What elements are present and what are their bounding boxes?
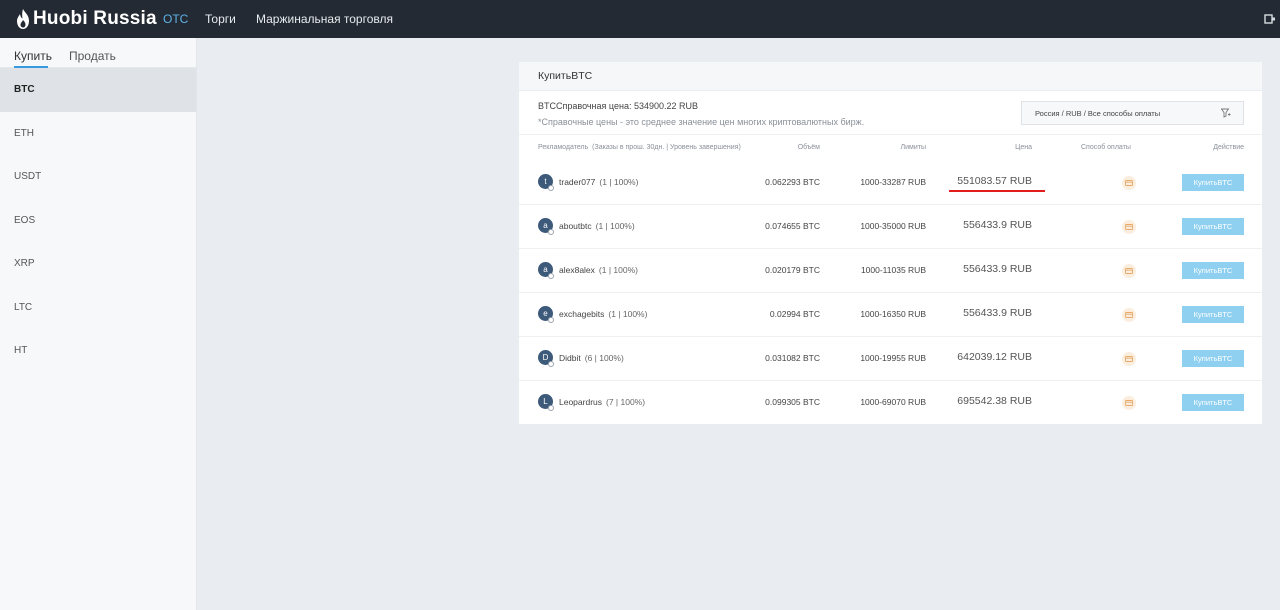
advertiser-stats: (1 | 100%): [598, 265, 638, 275]
offer-price: 695542.38 RUB: [957, 395, 1032, 407]
coin-list: BTC ETH USDT EOS XRP LTC HT: [0, 68, 196, 373]
advertiser-stats: (1 | 100%): [599, 177, 639, 187]
table-row: a aboutbtc (1 | 100%) 0.074655 BTC 1000-3…: [519, 205, 1262, 249]
advertiser-name[interactable]: aboutbtc (1 | 100%): [559, 221, 635, 231]
table-row: D Didbit (6 | 100%) 0.031082 BTC 1000-199…: [519, 337, 1262, 381]
table-row: t trader077 (1 | 100%) 0.062293 BTC 1000-…: [519, 161, 1262, 205]
offer-volume: 0.062293 BTC: [765, 177, 820, 187]
top-nav-bar: Huobi Russia OTC Торги Маржинальная торг…: [0, 0, 1280, 38]
col-price: Цена: [1015, 144, 1032, 151]
nav-trading[interactable]: Торги: [205, 12, 236, 26]
offer-volume: 0.031082 BTC: [765, 353, 820, 363]
sidebar-item-eos[interactable]: EOS: [0, 199, 196, 243]
reference-price-block: BTCСправочная цена: 534900.22 RUB *Справ…: [519, 91, 1262, 135]
bank-card-icon: [1122, 396, 1136, 410]
sidebar-item-xrp[interactable]: XRP: [0, 242, 196, 286]
col-advertiser: Рекламодатель (Заказы в прош. 30дн. | Ур…: [538, 144, 741, 151]
advertiser-name[interactable]: trader077 (1 | 100%): [559, 177, 638, 187]
table-header: Рекламодатель (Заказы в прош. 30дн. | Ур…: [519, 135, 1262, 161]
offer-limits: 1000-16350 RUB: [860, 309, 926, 319]
offer-volume: 0.02994 BTC: [769, 309, 820, 319]
col-limits: Лимиты: [900, 144, 926, 151]
offer-price: 556433.9 RUB: [963, 307, 1032, 319]
advertiser-name[interactable]: Didbit (6 | 100%): [559, 353, 624, 363]
huobi-logo[interactable]: Huobi Russia: [16, 8, 157, 30]
online-status-dot: [548, 405, 554, 411]
region-payment-filter[interactable]: Россия / RUB / Все способы оплаты: [1021, 101, 1244, 125]
offer-price: 642039.12 RUB: [957, 351, 1032, 363]
bank-card-icon: [1122, 308, 1136, 322]
offer-price: 556433.9 RUB: [963, 263, 1032, 275]
sidebar-item-usdt[interactable]: USDT: [0, 155, 196, 199]
online-status-dot: [548, 229, 554, 235]
offer-volume: 0.020179 BTC: [765, 265, 820, 275]
sidebar-item-ltc[interactable]: LTC: [0, 286, 196, 330]
table-row: L Leopardrus (7 | 100%) 0.099305 BTC 1000…: [519, 381, 1262, 425]
buy-btc-button[interactable]: КупитьBTC: [1182, 262, 1244, 279]
advertiser-name[interactable]: alex8alex (1 | 100%): [559, 265, 638, 275]
buy-btc-button[interactable]: КупитьBTC: [1182, 394, 1244, 411]
logout-icon[interactable]: [1264, 13, 1276, 25]
advertiser-stats: (1 | 100%): [595, 221, 635, 231]
offer-price: 556433.9 RUB: [963, 219, 1032, 231]
nav-margin-trading[interactable]: Маржинальная торговля: [256, 12, 393, 26]
offer-limits: 1000-35000 RUB: [860, 221, 926, 231]
active-tab-underline: [14, 66, 48, 68]
filter-text: Россия / RUB / Все способы оплаты: [1035, 109, 1161, 118]
reference-price-value: 534900.22 RUB: [633, 101, 699, 111]
sidebar: Купить Продать BTC ETH USDT EOS XRP LTC …: [0, 38, 197, 610]
online-status-dot: [548, 317, 554, 323]
bank-card-icon: [1122, 220, 1136, 234]
col-payment: Способ оплаты: [1081, 144, 1131, 151]
sidebar-item-ht[interactable]: HT: [0, 329, 196, 373]
online-status-dot: [548, 185, 554, 191]
bank-card-icon: [1122, 352, 1136, 366]
offer-limits: 1000-33287 RUB: [860, 177, 926, 187]
sidebar-item-eth[interactable]: ETH: [0, 112, 196, 156]
offer-price: 551083.57 RUB: [957, 175, 1032, 187]
offer-limits: 1000-19955 RUB: [860, 353, 926, 363]
logo-text: Huobi Russia: [33, 8, 157, 29]
reference-price-label: BTCСправочная цена:: [538, 101, 632, 111]
table-row: a alex8alex (1 | 100%) 0.020179 BTC 1000-…: [519, 249, 1262, 293]
bank-card-icon: [1122, 264, 1136, 278]
advertiser-stats: (6 | 100%): [584, 353, 624, 363]
col-action: Действие: [1213, 144, 1244, 151]
reference-price-line: BTCСправочная цена: 534900.22 RUB: [538, 101, 698, 111]
sidebar-item-btc[interactable]: BTC: [0, 68, 196, 112]
online-status-dot: [548, 361, 554, 367]
offer-limits: 1000-69070 RUB: [860, 397, 926, 407]
reference-price-note: *Справочные цены - это среднее значение …: [538, 117, 865, 127]
filter-icon: [1221, 108, 1231, 118]
card-title: КупитьBTC: [519, 62, 1262, 91]
offer-limits: 1000-11035 RUB: [860, 265, 926, 275]
buy-btc-button[interactable]: КупитьBTC: [1182, 306, 1244, 323]
nav-otc[interactable]: OTC: [163, 12, 188, 26]
offers-table-body: t trader077 (1 | 100%) 0.062293 BTC 1000-…: [519, 161, 1262, 425]
buy-btc-button[interactable]: КупитьBTC: [1182, 350, 1244, 367]
flame-logo-icon: [17, 9, 29, 29]
offer-volume: 0.099305 BTC: [765, 397, 820, 407]
buy-sell-tabs: Купить Продать: [0, 38, 196, 68]
col-volume: Объём: [797, 144, 820, 151]
offer-volume: 0.074655 BTC: [765, 221, 820, 231]
online-status-dot: [548, 273, 554, 279]
table-row: e exchagebits (1 | 100%) 0.02994 BTC 1000…: [519, 293, 1262, 337]
buy-btc-button[interactable]: КупитьBTC: [1182, 174, 1244, 191]
buy-btc-button[interactable]: КупитьBTC: [1182, 218, 1244, 235]
advertiser-name[interactable]: exchagebits (1 | 100%): [559, 309, 647, 319]
tab-buy[interactable]: Купить: [14, 49, 52, 63]
offers-card: КупитьBTC BTCСправочная цена: 534900.22 …: [519, 62, 1262, 424]
advertiser-name[interactable]: Leopardrus (7 | 100%): [559, 397, 645, 407]
advertiser-stats: (7 | 100%): [606, 397, 646, 407]
bank-card-icon: [1122, 176, 1136, 190]
tab-sell[interactable]: Продать: [69, 49, 116, 63]
price-highlight-underline: [949, 190, 1045, 192]
advertiser-stats: (1 | 100%): [608, 309, 648, 319]
